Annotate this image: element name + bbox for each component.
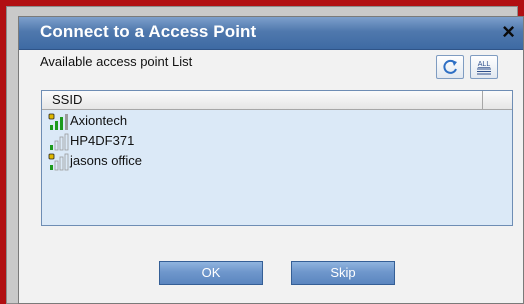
wifi-signal-icon [48, 153, 69, 171]
refresh-icon [443, 59, 457, 74]
list-header: SSID [42, 91, 512, 110]
wifi-signal-icon [50, 133, 69, 151]
ssid-label: Axiontech [70, 113, 128, 128]
dialog-title: Connect to a Access Point [40, 22, 257, 41]
skip-button[interactable]: Skip [291, 261, 395, 285]
list-label: Available access point List [40, 54, 193, 69]
dialog-window: Connect to a Access Point × Available ac… [18, 16, 524, 304]
ssid-label: HP4DF371 [70, 133, 135, 148]
access-point-list[interactable]: SSID Axiontech HP4DF371 jasons office [41, 90, 513, 226]
select-all-button[interactable]: ALL [470, 55, 498, 79]
column-extra[interactable] [483, 91, 512, 109]
select-all-icon: ALL [477, 61, 491, 75]
wifi-signal-icon [48, 113, 68, 130]
ssid-label: jasons office [70, 153, 143, 168]
title-bar: Connect to a Access Point × [19, 17, 523, 50]
refresh-button[interactable] [436, 55, 464, 79]
ok-button[interactable]: OK [159, 261, 263, 285]
list-item[interactable]: Axiontech [46, 112, 486, 132]
close-icon[interactable]: × [502, 19, 515, 45]
list-item[interactable]: HP4DF371 [46, 132, 486, 152]
column-ssid[interactable]: SSID [42, 91, 483, 109]
list-item[interactable]: jasons office [46, 152, 486, 172]
select-all-label: ALL [478, 61, 491, 68]
